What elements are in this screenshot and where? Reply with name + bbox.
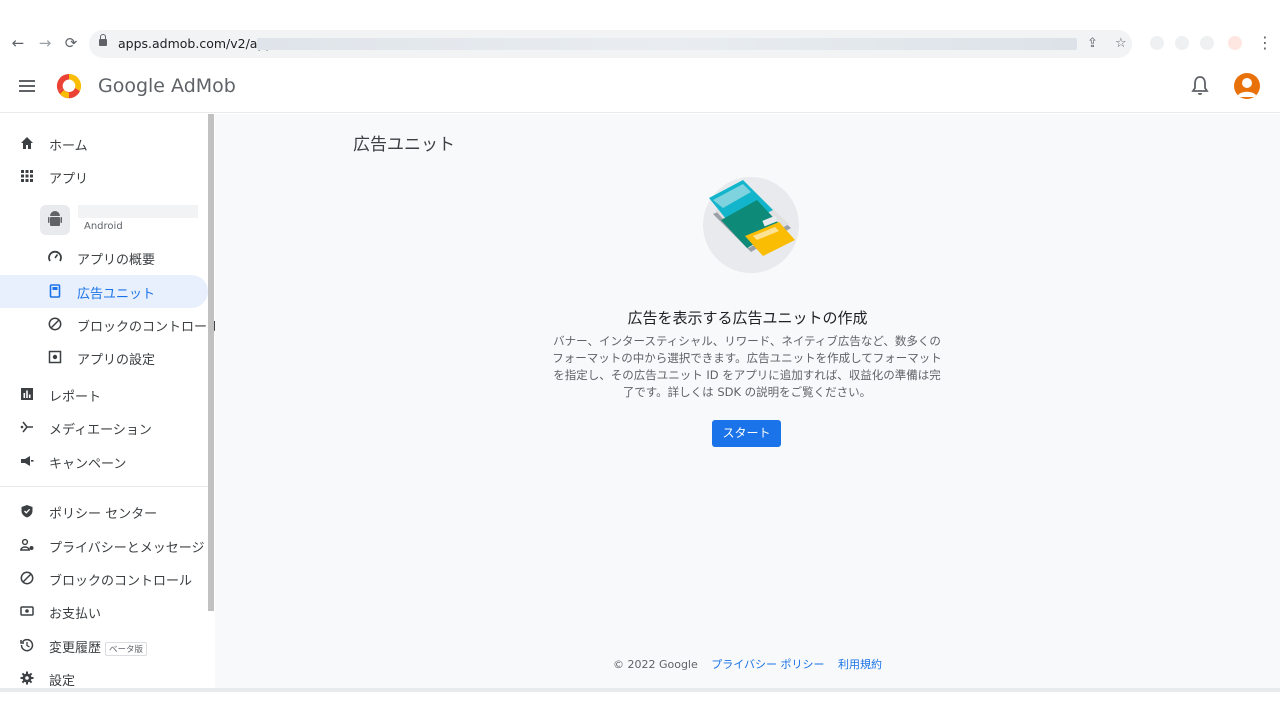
sidebar-divider [0, 486, 208, 487]
share-icon[interactable]: ⇪ [1087, 36, 1098, 51]
extension-icon[interactable] [1200, 36, 1214, 50]
sidebar-item-apps[interactable]: アプリ [0, 160, 208, 193]
forward-icon[interactable]: → [34, 32, 56, 54]
person-message-icon [20, 538, 34, 551]
page-title: 広告ユニット [353, 135, 455, 155]
sidebar-item-blocking-controls[interactable]: ブロックのコントロール [0, 308, 220, 341]
selected-app[interactable]: Android [0, 200, 208, 240]
sidebar-item-label: 広告ユニット [77, 287, 156, 302]
main-content: 広告ユニット 広告を表示する広告ユニットの作成 バナー、インタースティシャル、リ… [215, 114, 1280, 690]
sidebar-item-payments[interactable]: お支払い [0, 595, 208, 628]
settings-box-icon [48, 350, 62, 364]
bar-chart-icon [21, 388, 33, 400]
gear-icon [20, 671, 34, 685]
speedometer-icon [48, 250, 62, 262]
sidebar-item-label: お支払い [49, 607, 102, 622]
sidebar-item-label: 変更履歴 ベータ版 [49, 637, 148, 656]
sidebar: ホーム アプリ Android アプリの概要 広告ユニット ブロックのコントロー… [0, 114, 220, 690]
privacy-policy-link[interactable]: プライバシー ポリシー [711, 658, 824, 671]
profile-icon[interactable] [1228, 36, 1242, 50]
notifications-bell-icon[interactable] [1190, 75, 1210, 97]
reload-icon[interactable]: ⟳ [60, 32, 82, 54]
sidebar-scrollbar[interactable] [208, 114, 214, 611]
sidebar-item-label: ブロックのコントロール [49, 574, 193, 589]
apps-grid-icon [21, 170, 33, 182]
block-icon [20, 571, 34, 585]
sidebar-item-campaigns[interactable]: キャンペーン [0, 445, 208, 478]
sidebar-item-label: アプリ [49, 172, 89, 187]
copyright: © 2022 Google [612, 658, 698, 671]
sidebar-item-label: ポリシー センター [49, 507, 158, 522]
extension-icon[interactable] [1150, 36, 1164, 50]
android-icon [40, 205, 70, 235]
home-icon [21, 137, 33, 149]
footer: © 2022 Google プライバシー ポリシー 利用規約 [215, 656, 1280, 672]
mediation-icon [20, 421, 33, 433]
sidebar-item-label: アプリの設定 [77, 353, 156, 368]
sidebar-item-app-overview[interactable]: アプリの概要 [0, 241, 208, 274]
sidebar-item-label: アプリの概要 [77, 253, 156, 268]
history-icon [20, 638, 34, 652]
start-button[interactable]: スタート [712, 420, 781, 447]
brand-name: Google AdMob [98, 75, 236, 97]
browser-toolbar: ← → ⟳ apps.admob.com/v2/apps/ ⇪ ☆ [0, 29, 1280, 58]
back-icon[interactable]: ← [7, 32, 29, 54]
ad-units-illustration [703, 177, 799, 273]
sidebar-item-policy-center[interactable]: ポリシー センター [0, 495, 208, 528]
star-icon[interactable]: ☆ [1115, 36, 1127, 51]
menu-icon[interactable] [19, 80, 35, 92]
sidebar-item-reports[interactable]: レポート [0, 378, 208, 411]
sidebar-item-label: メディエーション [49, 423, 152, 438]
shield-icon [21, 505, 33, 518]
horizontal-scrollbar[interactable] [0, 688, 1280, 692]
empty-state-description: バナー、インタースティシャル、リワード、ネイティブ広告など、数多くのフォーマット… [552, 334, 942, 399]
admob-logo-icon [56, 73, 82, 99]
megaphone-icon [21, 456, 34, 466]
payment-icon [20, 606, 34, 616]
sidebar-item-label: ホーム [49, 139, 88, 154]
sidebar-item-blocking-controls-global[interactable]: ブロックのコントロール [0, 562, 208, 595]
sidebar-item-privacy-messaging[interactable]: プライバシーとメッセージ [0, 529, 208, 562]
empty-state-heading: 広告を表示する広告ユニットの作成 [627, 309, 868, 327]
extension-icon[interactable] [1175, 36, 1189, 50]
sidebar-item-ad-units[interactable]: 広告ユニット [0, 275, 208, 308]
sidebar-item-label: 設定 [49, 674, 76, 689]
app-name-redacted [78, 205, 198, 218]
sidebar-item-label: キャンペーン [49, 457, 127, 472]
block-icon [48, 317, 62, 331]
lock-icon [99, 34, 107, 46]
sidebar-item-home[interactable]: ホーム [0, 127, 208, 160]
sidebar-item-label: レポート [49, 390, 102, 405]
ad-unit-icon [49, 284, 61, 298]
app-platform: Android [84, 221, 123, 232]
sidebar-item-change-history[interactable]: 変更履歴 ベータ版 [0, 629, 208, 662]
url-path-redacted [257, 38, 1077, 50]
terms-link[interactable]: 利用規約 [838, 658, 882, 671]
sidebar-item-app-settings[interactable]: アプリの設定 [0, 341, 208, 374]
sidebar-item-label: ブロックのコントロール [77, 320, 221, 335]
sidebar-item-label: プライバシーとメッセージ [49, 541, 205, 556]
beta-badge: ベータ版 [105, 641, 148, 656]
address-bar[interactable]: apps.admob.com/v2/apps/ ⇪ ☆ [89, 30, 1132, 58]
browser-menu-icon[interactable]: ⋮ [1257, 33, 1273, 52]
account-avatar[interactable] [1234, 73, 1260, 99]
app-header: Google AdMob [0, 58, 1280, 113]
sidebar-item-mediation[interactable]: メディエーション [0, 411, 208, 444]
